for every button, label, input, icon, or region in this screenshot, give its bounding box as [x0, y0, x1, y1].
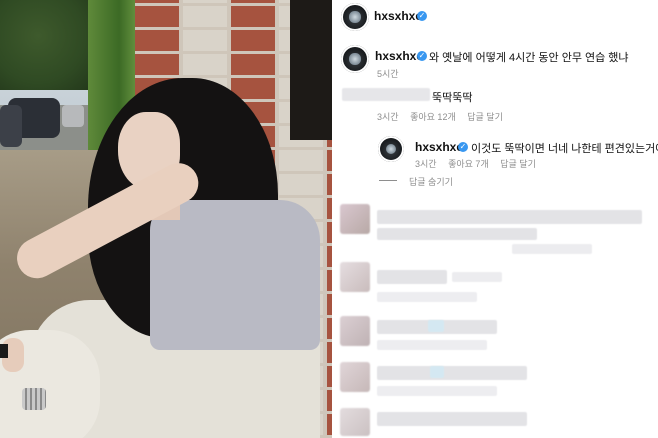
- verified-icon: ✓: [458, 142, 468, 152]
- comment-time: 5시간: [377, 69, 399, 79]
- blurred-username: [342, 88, 430, 101]
- photo-car: [62, 105, 84, 127]
- blurred-comment: [428, 320, 444, 332]
- comment-meta: 5시간: [377, 67, 408, 80]
- verified-icon: ✓: [417, 51, 427, 61]
- reply-meta: 3시간 좋아요 7개 답글 달기: [415, 157, 545, 170]
- blurred-avatar: [340, 362, 370, 392]
- reply-text: 이것도 뚝딱이면 너네 나한테 편견있는거야.: [471, 143, 658, 155]
- author-avatar[interactable]: [341, 3, 369, 31]
- blurred-comment: [430, 366, 444, 378]
- verified-icon: ✓: [417, 11, 427, 21]
- photo-car: [0, 105, 22, 147]
- commenter-avatar[interactable]: [341, 45, 369, 73]
- hide-replies-line: [379, 180, 397, 181]
- photo-dark-gate: [290, 0, 332, 140]
- comment-author-name[interactable]: hxsxhxe: [375, 49, 423, 63]
- reply-likes[interactable]: 좋아요 7개: [448, 159, 489, 169]
- photo-shirt: [150, 200, 320, 350]
- blurred-comment: [377, 366, 527, 380]
- comments-panel: hxsxhxe ✓ hxsxhxe ✓ 와 옛날에 어떻게 4시간 동안 안무 …: [332, 0, 658, 438]
- blurred-comment: [377, 340, 487, 350]
- photo-watch: [22, 388, 46, 410]
- blurred-comment: [377, 412, 527, 426]
- blurred-comment: [452, 272, 502, 282]
- blurred-avatar: [340, 316, 370, 346]
- photo-trees: [0, 0, 95, 90]
- comment-text: 뚝딱뚝딱: [432, 92, 473, 104]
- reply-author-avatar[interactable]: [378, 136, 404, 162]
- blurred-comment: [512, 244, 592, 254]
- blurred-avatar: [340, 204, 370, 234]
- reply-button[interactable]: 답글 달기: [500, 159, 536, 169]
- comment-text: 와 옛날에 어떻게 4시간 동안 안무 연습 했냐: [429, 52, 629, 64]
- reply-time: 3시간: [415, 159, 437, 169]
- blurred-comment: [377, 292, 477, 302]
- comment-meta: 3시간 좋아요 12개 답글 달기: [377, 110, 512, 123]
- blurred-avatar: [340, 408, 370, 436]
- blurred-comment: [377, 228, 537, 240]
- post-author-name[interactable]: hxsxhxe: [374, 9, 422, 23]
- hide-replies-button[interactable]: 답글 숨기기: [409, 175, 453, 188]
- post-photo: [0, 0, 332, 438]
- comment-time: 3시간: [377, 112, 399, 122]
- blurred-comment: [377, 210, 642, 224]
- reply-button[interactable]: 답글 달기: [467, 112, 503, 122]
- reply-author-name[interactable]: hxsxhxe: [415, 140, 463, 154]
- blurred-avatar: [340, 262, 370, 292]
- photo-bracelet: [0, 344, 8, 358]
- blurred-comment: [377, 386, 497, 396]
- screen: hxsxhxe ✓ hxsxhxe ✓ 와 옛날에 어떻게 4시간 동안 안무 …: [0, 0, 658, 438]
- blurred-comment: [377, 270, 447, 284]
- comment-likes[interactable]: 좋아요 12개: [410, 112, 456, 122]
